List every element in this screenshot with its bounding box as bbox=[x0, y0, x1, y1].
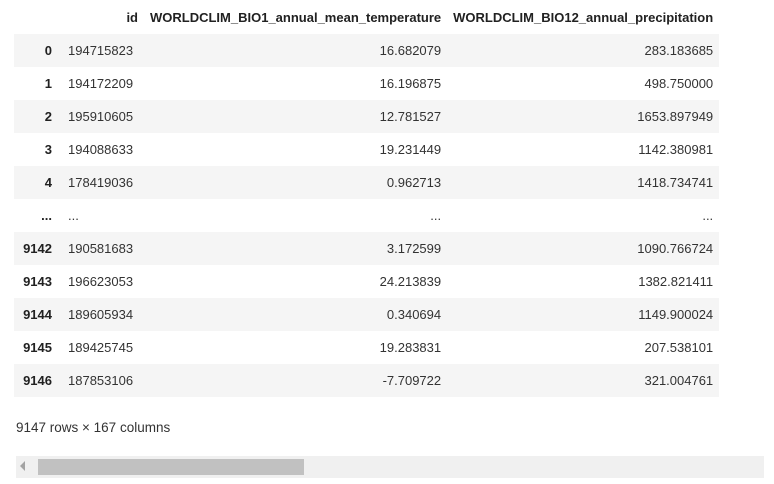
cell-bio12: 1653.897949 bbox=[637, 109, 714, 124]
header-row: id WORLDCLIM_BIO1_annual_mean_temperatur… bbox=[14, 0, 719, 34]
cell-bio1: 19.283831 bbox=[379, 340, 442, 355]
table-body: 0 194715823 16.682079 283.183685 1 19417… bbox=[14, 34, 720, 397]
table-row: 9142 190581683 3.172599 1090.766724 bbox=[14, 232, 720, 265]
cell-bio1: ... bbox=[430, 208, 442, 223]
table-header: id WORLDCLIM_BIO1_annual_mean_temperatur… bbox=[14, 0, 719, 34]
row-index: 4 bbox=[44, 175, 52, 190]
cell-bio12: 1090.766724 bbox=[637, 241, 714, 256]
cell-bio1: -7.709722 bbox=[382, 373, 442, 388]
dataframe-output: id WORLDCLIM_BIO1_annual_mean_temperatur… bbox=[0, 0, 774, 484]
table-row: 2 195910605 12.781527 1653.897949 bbox=[14, 100, 720, 133]
cell-bio1: 16.196875 bbox=[379, 76, 442, 91]
cell-bio12: 498.750000 bbox=[644, 76, 714, 91]
table-row: 9146 187853106 -7.709722 321.004761 bbox=[14, 364, 720, 397]
cell-bio1: 12.781527 bbox=[379, 109, 442, 124]
row-index: 1 bbox=[44, 76, 52, 91]
cell-id: 190581683 bbox=[68, 241, 134, 256]
cell-bio12: 207.538101 bbox=[644, 340, 714, 355]
cell-id: 187853106 bbox=[68, 373, 134, 388]
horizontal-scrollbar[interactable] bbox=[16, 456, 764, 478]
cell-id: 194088633 bbox=[68, 142, 134, 157]
cell-id: 194172209 bbox=[68, 76, 134, 91]
cell-id: 196623053 bbox=[68, 274, 134, 289]
cell-bio1: 0.340694 bbox=[386, 307, 442, 322]
table-row: 9144 189605934 0.340694 1149.900024 bbox=[14, 298, 720, 331]
cell-bio12: 283.183685 bbox=[644, 43, 714, 58]
cell-id: 194715823 bbox=[68, 43, 134, 58]
cell-bio12: 1149.900024 bbox=[638, 307, 714, 322]
cell-id: 195910605 bbox=[68, 109, 134, 124]
cell-bio12: ... bbox=[702, 208, 714, 223]
row-index: ... bbox=[41, 208, 52, 223]
cell-id: ... bbox=[68, 208, 79, 223]
table-row: 9143 196623053 24.213839 1382.821411 bbox=[14, 265, 720, 298]
cell-bio1: 0.962713 bbox=[386, 175, 442, 190]
cell-bio1: 19.231449 bbox=[379, 142, 442, 157]
table-row-ellipsis: ... ... ... ... bbox=[14, 199, 720, 232]
column-header-id: id bbox=[126, 9, 138, 25]
cell-bio1: 3.172599 bbox=[386, 241, 442, 256]
table-row: 4 178419036 0.962713 1418.734741 bbox=[14, 166, 720, 199]
cell-bio12: 1382.821411 bbox=[638, 274, 714, 289]
table-row: 9145 189425745 19.283831 207.538101 bbox=[14, 331, 720, 364]
cell-id: 178419036 bbox=[68, 175, 134, 190]
cell-id: 189425745 bbox=[68, 340, 134, 355]
chevron-left-icon[interactable] bbox=[20, 461, 25, 471]
row-index: 0 bbox=[44, 43, 52, 58]
cell-id: 189605934 bbox=[68, 307, 134, 322]
dataframe-table: id WORLDCLIM_BIO1_annual_mean_temperatur… bbox=[14, 0, 720, 397]
row-index: 9146 bbox=[23, 373, 52, 388]
row-index: 2 bbox=[44, 109, 52, 124]
cell-bio12: 1418.734741 bbox=[637, 175, 714, 190]
dataframe-shape-caption: 9147 rows × 167 columns bbox=[16, 420, 171, 435]
column-header-bio1: WORLDCLIM_BIO1_annual_mean_temperature bbox=[150, 9, 442, 25]
table-row: 0 194715823 16.682079 283.183685 bbox=[14, 34, 720, 67]
column-header-bio12: WORLDCLIM_BIO12_annual_precipitation bbox=[453, 9, 714, 25]
row-index: 9142 bbox=[23, 241, 52, 256]
row-index: 9145 bbox=[23, 340, 52, 355]
index-column-header bbox=[14, 0, 54, 34]
row-index: 9144 bbox=[23, 307, 52, 322]
table-row: 1 194172209 16.196875 498.750000 bbox=[14, 67, 720, 100]
cell-bio1: 24.213839 bbox=[379, 274, 442, 289]
table-row: 3 194088633 19.231449 1142.380981 bbox=[14, 133, 720, 166]
row-index: 3 bbox=[44, 142, 52, 157]
cell-bio1: 16.682079 bbox=[379, 43, 442, 58]
row-index: 9143 bbox=[23, 274, 52, 289]
cell-bio12: 321.004761 bbox=[644, 373, 714, 388]
cell-bio12: 1142.380981 bbox=[638, 142, 714, 157]
scrollbar-thumb[interactable] bbox=[38, 459, 304, 475]
